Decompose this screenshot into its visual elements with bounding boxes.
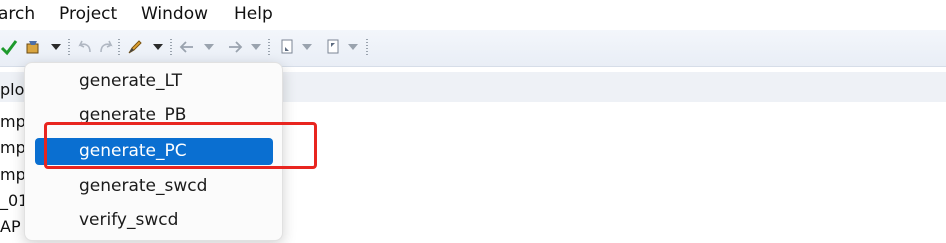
menu-help[interactable]: Help <box>234 3 273 25</box>
next-annotation-icon[interactable] <box>278 38 296 56</box>
forward-dropdown-arrow[interactable] <box>251 44 261 50</box>
menu-item-generate-swcd[interactable]: generate_swcd <box>35 173 273 200</box>
toolbar-separator <box>68 39 70 55</box>
back-dropdown-arrow[interactable] <box>204 44 214 50</box>
back-arrow-icon <box>178 38 196 56</box>
next-annotation-dropdown[interactable] <box>302 44 312 50</box>
annotation-highlight-box <box>44 122 317 169</box>
redo-icon <box>97 38 115 56</box>
menu-item-label: generate_LT <box>79 71 183 91</box>
forward-arrow-icon <box>226 38 244 56</box>
menu-window[interactable]: Window <box>141 3 208 25</box>
toolbar-separator <box>170 39 172 55</box>
menu-item-label: verify_swcd <box>79 210 179 230</box>
menu-item-label: generate_swcd <box>79 176 208 196</box>
toolbar-separator <box>366 39 368 55</box>
menu-item-verify-swcd[interactable]: verify_swcd <box>35 207 273 234</box>
build-dropdown-arrow[interactable] <box>51 44 61 50</box>
menu-search[interactable]: arch <box>0 3 35 25</box>
pen-icon[interactable] <box>126 38 144 56</box>
toolbar-separator <box>118 39 120 55</box>
build-icon[interactable] <box>24 38 42 56</box>
pen-dropdown-arrow[interactable] <box>153 44 163 50</box>
toolbar-separator <box>268 39 270 55</box>
prev-annotation-dropdown[interactable] <box>348 44 358 50</box>
prev-annotation-icon[interactable] <box>324 38 342 56</box>
menu-project[interactable]: Project <box>59 3 117 25</box>
undo-icon <box>76 38 94 56</box>
check-icon[interactable] <box>0 38 18 56</box>
menu-item-generate-lt[interactable]: generate_LT <box>35 68 273 95</box>
menu-bar: arch Project Window Help <box>0 0 946 28</box>
